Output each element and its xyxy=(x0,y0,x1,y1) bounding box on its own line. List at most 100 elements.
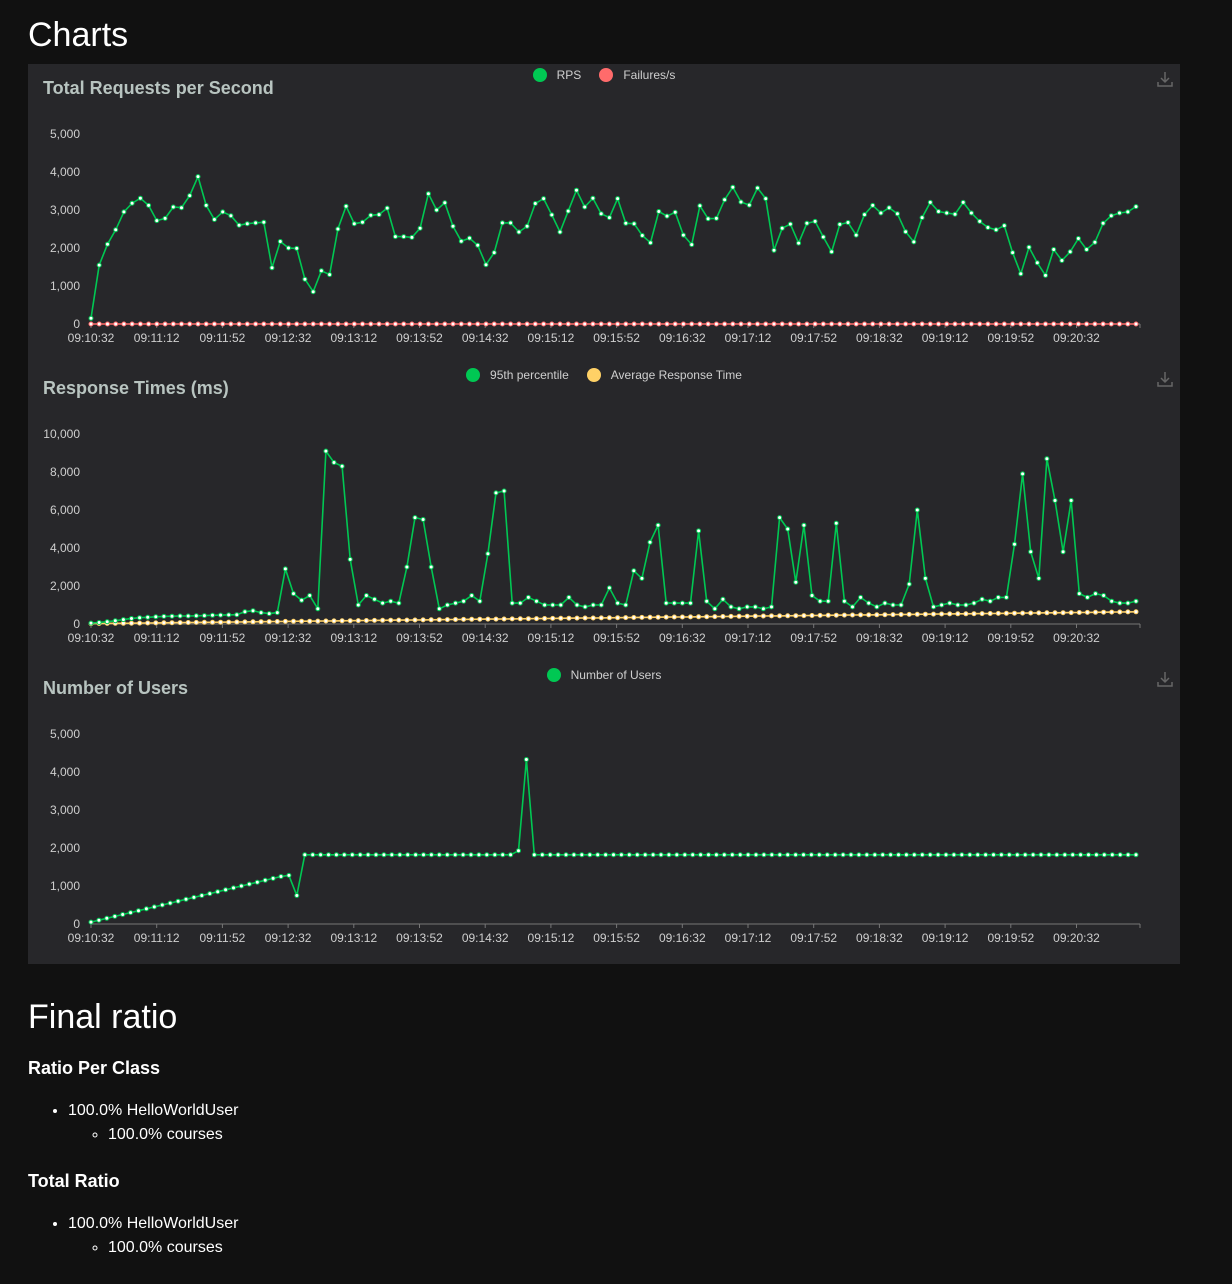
data-point[interactable] xyxy=(258,619,264,625)
data-point[interactable] xyxy=(890,602,896,608)
data-point[interactable] xyxy=(483,262,489,268)
data-point[interactable] xyxy=(935,852,941,858)
data-point[interactable] xyxy=(1034,321,1040,327)
data-point[interactable] xyxy=(824,852,830,858)
data-point[interactable] xyxy=(841,612,847,618)
data-point[interactable] xyxy=(793,613,799,619)
data-point[interactable] xyxy=(207,891,213,897)
data-point[interactable] xyxy=(936,321,941,327)
data-point[interactable] xyxy=(820,234,826,240)
data-point[interactable] xyxy=(866,612,872,618)
data-point[interactable] xyxy=(713,852,719,858)
data-point[interactable] xyxy=(179,205,184,211)
data-point[interactable] xyxy=(903,321,909,327)
data-point[interactable] xyxy=(927,852,933,858)
data-point[interactable] xyxy=(372,596,377,602)
data-point[interactable] xyxy=(894,211,900,217)
data-point[interactable] xyxy=(809,593,815,598)
data-point[interactable] xyxy=(975,852,981,858)
data-point[interactable] xyxy=(1133,609,1139,615)
data-point[interactable] xyxy=(744,613,750,619)
data-point[interactable] xyxy=(833,612,839,618)
data-point[interactable] xyxy=(993,321,999,327)
data-point[interactable] xyxy=(169,613,175,619)
data-point[interactable] xyxy=(1117,321,1122,327)
data-point[interactable] xyxy=(493,616,499,622)
data-point[interactable] xyxy=(706,852,711,858)
data-point[interactable] xyxy=(1062,852,1068,858)
data-point[interactable] xyxy=(858,594,864,600)
data-point[interactable] xyxy=(862,212,867,218)
data-point[interactable] xyxy=(129,321,135,327)
data-point[interactable] xyxy=(318,852,324,858)
data-point[interactable] xyxy=(524,321,530,327)
data-point[interactable] xyxy=(911,239,917,245)
data-point[interactable] xyxy=(1125,852,1131,858)
data-point[interactable] xyxy=(412,617,418,623)
data-point[interactable] xyxy=(590,195,596,201)
data-point[interactable] xyxy=(1093,852,1099,858)
data-point[interactable] xyxy=(886,321,892,327)
data-point[interactable] xyxy=(363,593,369,598)
data-point[interactable] xyxy=(88,919,94,925)
data-point[interactable] xyxy=(236,321,242,327)
data-point[interactable] xyxy=(977,218,983,224)
data-point[interactable] xyxy=(991,852,996,858)
data-point[interactable] xyxy=(302,321,308,327)
data-point[interactable] xyxy=(688,614,693,620)
data-point[interactable] xyxy=(656,209,662,214)
data-point[interactable] xyxy=(1100,220,1106,226)
data-point[interactable] xyxy=(1093,591,1098,597)
data-point[interactable] xyxy=(650,852,656,858)
data-point[interactable] xyxy=(1084,321,1090,327)
data-point[interactable] xyxy=(261,219,267,225)
data-point[interactable] xyxy=(331,460,337,465)
data-point[interactable] xyxy=(557,229,563,235)
data-point[interactable] xyxy=(606,321,612,327)
data-point[interactable] xyxy=(845,321,851,327)
data-point[interactable] xyxy=(672,209,678,215)
data-point[interactable] xyxy=(769,852,775,858)
data-point[interactable] xyxy=(817,598,823,604)
data-point[interactable] xyxy=(1028,610,1034,616)
data-point[interactable] xyxy=(458,238,464,244)
data-point[interactable] xyxy=(698,852,704,858)
data-point[interactable] xyxy=(242,619,248,625)
data-point[interactable] xyxy=(606,215,612,221)
data-point[interactable] xyxy=(244,321,250,327)
data-point[interactable] xyxy=(853,232,859,238)
data-point[interactable] xyxy=(1133,204,1139,210)
data-point[interactable] xyxy=(874,604,880,610)
data-point[interactable] xyxy=(582,615,588,621)
data-point[interactable] xyxy=(175,898,181,904)
data-point[interactable] xyxy=(787,221,793,227)
data-point[interactable] xyxy=(763,321,769,327)
data-point[interactable] xyxy=(931,611,936,617)
data-point[interactable] xyxy=(282,618,288,624)
data-point[interactable] xyxy=(88,321,94,327)
data-point[interactable] xyxy=(808,852,814,858)
data-point[interactable] xyxy=(721,852,727,858)
data-point[interactable] xyxy=(183,896,189,902)
data-point[interactable] xyxy=(979,611,985,617)
data-point[interactable] xyxy=(315,618,321,624)
data-point[interactable] xyxy=(728,604,734,610)
data-point[interactable] xyxy=(541,196,547,202)
data-point[interactable] xyxy=(368,321,374,327)
data-point[interactable] xyxy=(1026,244,1032,250)
data-point[interactable] xyxy=(129,616,134,621)
data-point[interactable] xyxy=(291,618,296,624)
data-point[interactable] xyxy=(664,213,670,219)
data-point[interactable] xyxy=(434,207,440,213)
data-point[interactable] xyxy=(177,620,183,626)
data-point[interactable] xyxy=(611,852,616,858)
data-point[interactable] xyxy=(425,321,431,327)
data-point[interactable] xyxy=(1067,249,1073,255)
data-point[interactable] xyxy=(177,613,183,619)
data-point[interactable] xyxy=(590,321,596,327)
data-point[interactable] xyxy=(557,321,563,327)
data-point[interactable] xyxy=(648,240,653,246)
data-point[interactable] xyxy=(874,612,880,618)
data-point[interactable] xyxy=(1014,852,1020,858)
data-point[interactable] xyxy=(508,852,514,858)
